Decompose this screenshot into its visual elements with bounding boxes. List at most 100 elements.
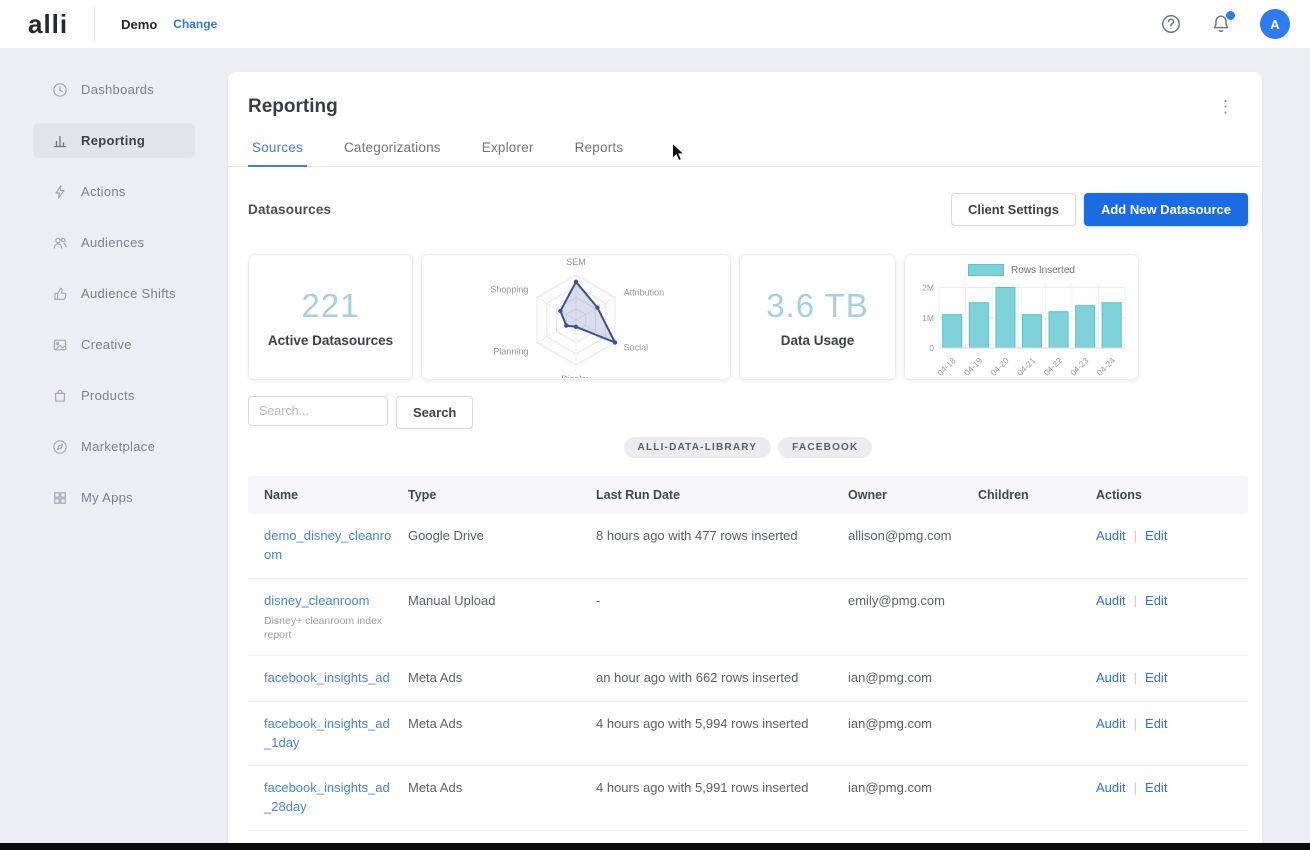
svg-text:04-22: 04-22 — [1041, 355, 1064, 378]
data-usage-label: Data Usage — [781, 333, 855, 348]
change-client-link[interactable]: Change — [173, 17, 217, 31]
add-new-datasource-button[interactable]: Add New Datasource — [1084, 193, 1248, 226]
sidebar-item-creative[interactable]: Creative — [33, 327, 195, 362]
audit-link[interactable]: Audit — [1096, 780, 1126, 795]
sidebar-item-actions[interactable]: Actions — [33, 174, 195, 209]
datasource-name-link[interactable]: facebook_insights_ad — [264, 669, 390, 688]
sidebar-item-label: Audiences — [81, 235, 144, 250]
client-settings-button[interactable]: Client Settings — [951, 193, 1076, 226]
action-separator: | — [1134, 716, 1137, 731]
svg-text:Social: Social — [624, 343, 649, 353]
filter-tag-facebook[interactable]: FACEBOOK — [778, 437, 872, 458]
tab-reports[interactable]: Reports — [571, 140, 628, 166]
sidebar-item-audience-shifts[interactable]: Audience Shifts — [33, 276, 195, 311]
tab-explorer[interactable]: Explorer — [478, 140, 538, 166]
products-icon — [52, 388, 68, 404]
datasource-name-link[interactable]: facebook_insights_ad_1day — [264, 715, 394, 753]
owner-cell: ian@pmg.com — [848, 656, 978, 701]
datasource-name-link[interactable]: facebook_insights_ad_28day — [264, 779, 394, 817]
data-usage-value: 3.6 TB — [766, 287, 869, 325]
actions-icon — [52, 184, 68, 200]
dashboards-icon — [52, 82, 68, 98]
datasources-section-title: Datasources — [248, 202, 331, 217]
table-header-row: NameTypeLast Run DateOwnerChildrenAction… — [248, 476, 1248, 514]
sidebar-item-label: Creative — [81, 337, 132, 352]
column-header-last-run-date: Last Run Date — [596, 476, 848, 514]
help-icon[interactable] — [1160, 13, 1182, 35]
sidebar-item-label: Actions — [81, 184, 126, 199]
avatar[interactable]: A — [1260, 9, 1290, 39]
table-row: disney_cleanroom Disney+ cleanroom index … — [248, 579, 1248, 656]
tab-sources[interactable]: Sources — [248, 140, 307, 166]
legend-swatch — [968, 264, 1004, 276]
main-area: Reporting ⋮ Sources Categorizations Explor… — [228, 48, 1310, 850]
last-run-cell: 4 hours ago with 5,994 rows inserted — [596, 702, 848, 766]
client-name: Demo — [121, 17, 157, 32]
svg-text:2M: 2M — [922, 283, 934, 293]
column-header-actions: Actions — [1096, 476, 1232, 514]
kebab-menu-icon[interactable]: ⋮ — [1211, 96, 1240, 117]
tab-categorizations[interactable]: Categorizations — [340, 140, 445, 166]
children-cell — [978, 514, 1096, 578]
sidebar: Dashboards Reporting Actions Audiences Audie… — [0, 48, 228, 850]
datasources-header: Datasources Client Settings Add New Data… — [248, 193, 1248, 226]
datasource-name-link[interactable]: demo_disney_cleanroom — [264, 527, 394, 565]
last-run-cell: 8 hours ago with 477 rows inserted — [596, 514, 848, 578]
svg-text:Display: Display — [561, 374, 591, 378]
sidebar-item-label: Audience Shifts — [81, 286, 176, 301]
alli-logo: alli — [28, 11, 68, 37]
data-usage-card: 3.6 TB Data Usage — [739, 254, 896, 380]
category-radar-card: SEMAttributionSocialDisplayPlanningShopp… — [421, 254, 731, 380]
actions-cell: Audit|Edit — [1096, 514, 1232, 578]
action-separator: | — [1134, 670, 1137, 685]
search-input[interactable] — [248, 396, 388, 426]
edit-link[interactable]: Edit — [1145, 528, 1167, 543]
topbar: alli Demo Change A — [0, 0, 1310, 48]
svg-text:04-23: 04-23 — [1068, 355, 1091, 378]
action-separator: | — [1134, 593, 1137, 608]
active-datasources-card: 221 Active Datasources — [248, 254, 413, 380]
sidebar-item-marketplace[interactable]: Marketplace — [33, 429, 195, 464]
content: Datasources Client Settings Add New Data… — [228, 193, 1262, 850]
audit-link[interactable]: Audit — [1096, 716, 1126, 731]
sidebar-item-products[interactable]: Products — [33, 378, 195, 413]
svg-text:SEM: SEM — [566, 257, 586, 267]
card-header: Reporting ⋮ — [228, 72, 1262, 118]
sidebar-item-label: Products — [81, 388, 135, 403]
type-cell: Google Drive — [408, 514, 596, 578]
audit-link[interactable]: Audit — [1096, 528, 1126, 543]
edit-link[interactable]: Edit — [1145, 593, 1167, 608]
svg-text:04-20: 04-20 — [988, 355, 1011, 378]
edit-link[interactable]: Edit — [1145, 780, 1167, 795]
actions-cell: Audit | Edit — [1096, 579, 1232, 655]
tab-bar: Sources Categorizations Explorer Reports — [228, 140, 1262, 167]
owner-cell: ian@pmg.com — [848, 702, 978, 766]
reporting-icon — [52, 133, 68, 149]
svg-text:04-24: 04-24 — [1094, 355, 1117, 378]
active-datasources-label: Active Datasources — [268, 333, 393, 348]
sidebar-item-label: My Apps — [81, 490, 133, 505]
search-button[interactable]: Search — [396, 396, 473, 429]
column-header-name: Name — [264, 476, 408, 514]
sidebar-item-my-apps[interactable]: My Apps — [33, 480, 195, 515]
type-cell: Manual Upload — [408, 579, 596, 655]
stat-cards: 221 Active Datasources SEMAttributionSoc… — [248, 254, 1248, 380]
sidebar-item-audiences[interactable]: Audiences — [33, 225, 195, 260]
filter-tags: ALLI-DATA-LIBRARY FACEBOOK — [248, 437, 1248, 458]
edit-link[interactable]: Edit — [1145, 716, 1167, 731]
filter-tag-alli-data-library[interactable]: ALLI-DATA-LIBRARY — [624, 437, 772, 458]
sidebar-item-reporting[interactable]: Reporting — [33, 123, 195, 158]
edit-link[interactable]: Edit — [1145, 670, 1167, 685]
audiences-icon — [52, 235, 68, 251]
notifications-bell-icon[interactable] — [1210, 13, 1232, 35]
audit-link[interactable]: Audit — [1096, 593, 1126, 608]
svg-text:0: 0 — [929, 343, 934, 353]
svg-text:Shopping: Shopping — [490, 285, 528, 295]
sidebar-item-dashboards[interactable]: Dashboards — [33, 72, 195, 107]
datasource-description: Disney+ cleanroom index report — [264, 614, 394, 642]
type-cell: Meta Ads — [408, 656, 596, 701]
audit-link[interactable]: Audit — [1096, 670, 1126, 685]
radar-chart: SEMAttributionSocialDisplayPlanningShopp… — [426, 256, 726, 378]
datasource-name-link[interactable]: disney_cleanroom — [264, 592, 370, 611]
actions-cell: Audit | Edit — [1096, 702, 1232, 766]
